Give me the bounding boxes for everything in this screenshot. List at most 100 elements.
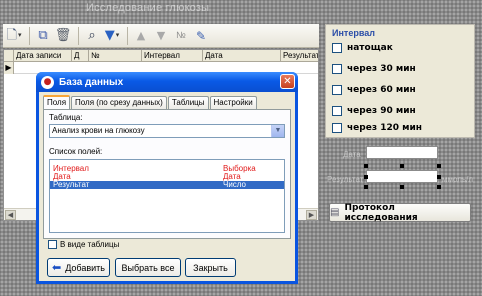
copy-button[interactable]: ⧉ (34, 26, 52, 46)
move-down-button[interactable]: ▼ (152, 26, 170, 46)
resize-handle[interactable] (364, 164, 368, 168)
column-header[interactable]: Результат (281, 50, 318, 62)
interval-option-90[interactable]: через 90 мин (332, 104, 416, 118)
printer-icon: ▤ (330, 207, 340, 218)
dialog-tabs: Поля Поля (по срезу данных) Таблицы Наст… (43, 95, 258, 109)
result-label: Результат (327, 175, 364, 184)
arrow-down-icon: ▼ (156, 29, 166, 42)
filter-button[interactable]: ▼ ▾ (103, 26, 121, 46)
list-item[interactable]: Интервал Выборка (50, 165, 284, 173)
tab-panel: Таблица: Анализ крови на глюкозу ▼ Списо… (43, 109, 291, 239)
trash-icon: 🗑 (54, 28, 72, 43)
resize-handle[interactable] (364, 185, 368, 189)
new-doc-icon: 🗋 (6, 28, 17, 43)
checkbox[interactable] (48, 240, 57, 249)
add-button-label: Добавить (65, 262, 105, 273)
toolbar-separator (127, 26, 128, 45)
checkbox[interactable] (332, 43, 342, 53)
app-icon: ● (41, 75, 54, 89)
select-all-button[interactable]: Выбрать все (115, 258, 181, 277)
resize-handle[interactable] (400, 185, 404, 189)
database-dialog: ● База данных ✕ Поля Поля (по срезу данн… (36, 72, 298, 284)
table-select[interactable]: Анализ крови на глюкозу ▼ (49, 124, 285, 138)
form-title: Исследование глюкозы (86, 2, 210, 14)
interval-option-120[interactable]: через 120 мин (332, 121, 422, 135)
date-label: Дата (343, 150, 361, 159)
checkbox[interactable] (332, 106, 342, 116)
resize-handle[interactable] (437, 185, 441, 189)
toolbar: 🗋 ▾ ⧉ 🗑 ⌕ ▼ ▾ ▲ ▼ № ✎ (3, 24, 319, 48)
field-name: Результат (53, 180, 90, 189)
chevron-down-icon[interactable]: ▼ (271, 125, 284, 137)
numbering-button[interactable]: № (172, 26, 190, 46)
column-header[interactable]: № (89, 50, 142, 62)
field-type: Число (223, 180, 247, 189)
scroll-right-icon[interactable]: ▶ (306, 210, 317, 220)
report-button[interactable]: ▤ Протокол исследования (329, 202, 471, 223)
column-header[interactable]: Интервал (142, 50, 203, 62)
as-table-checkbox[interactable]: В виде таблицы (48, 240, 119, 249)
chevron-down-icon[interactable]: ▾ (116, 32, 120, 39)
tab-settings[interactable]: Настройки (209, 96, 257, 109)
numbering-icon: № (176, 30, 186, 40)
column-header[interactable]: Д (72, 50, 89, 62)
toolbar-separator (29, 26, 30, 45)
chevron-down-icon[interactable]: ▾ (18, 32, 22, 39)
tab-fields-by-slice[interactable]: Поля (по срезу данных) (71, 96, 167, 109)
edit-icon: ✎ (195, 28, 207, 43)
close-button[interactable]: Закрыть (185, 258, 236, 277)
grid-corner (4, 50, 14, 62)
arrow-left-icon: ⬅ (52, 262, 62, 274)
column-header[interactable]: Дата (203, 50, 281, 62)
add-button[interactable]: ⬅ Добавить (47, 258, 110, 277)
option-label: через 90 мин (347, 106, 416, 116)
close-icon[interactable]: ✕ (280, 74, 295, 89)
arrow-up-icon: ▲ (136, 29, 146, 42)
interval-panel: Интервал натощак через 30 мин через 60 м… (325, 24, 475, 138)
resize-handle[interactable] (364, 175, 368, 179)
interval-option-fasting[interactable]: натощак (332, 41, 393, 55)
new-record-button[interactable]: 🗋 ▾ (5, 26, 23, 46)
edit-button[interactable]: ✎ (192, 26, 210, 46)
resize-handle[interactable] (437, 175, 441, 179)
close-button-label: Закрыть (193, 262, 228, 273)
grid-header: Дата записи Д № Интервал Дата Результат (4, 50, 318, 62)
option-label: натощак (347, 43, 393, 53)
scroll-left-icon[interactable]: ◀ (5, 210, 16, 220)
filter-icon: ▼ (104, 28, 115, 43)
dialog-title: База данных (59, 76, 124, 88)
fields-list-label: Список полей: (49, 147, 103, 156)
resize-handle[interactable] (400, 164, 404, 168)
fields-list[interactable]: Интервал Выборка Дата Дата Результат Чис… (49, 159, 285, 233)
tab-fields[interactable]: Поля (43, 95, 71, 109)
resize-handle[interactable] (437, 164, 441, 168)
date-field[interactable] (366, 146, 438, 159)
checkbox[interactable] (332, 85, 342, 95)
list-item-selected[interactable]: Результат Число (50, 181, 284, 189)
result-unit-label: ммоль/л (442, 175, 473, 184)
interval-option-60[interactable]: через 60 мин (332, 83, 416, 97)
checkbox[interactable] (332, 64, 342, 74)
copy-icon: ⧉ (38, 28, 48, 43)
checkbox[interactable] (332, 123, 342, 133)
toolbar-separator (78, 26, 79, 45)
table-select-value: Анализ крови на глюкозу (52, 126, 145, 135)
select-all-label: Выбрать все (121, 262, 175, 273)
row-indicator-icon: ▶ (4, 62, 14, 74)
result-field[interactable] (366, 170, 438, 183)
delete-button[interactable]: 🗑 (54, 26, 72, 46)
table-label: Таблица: (49, 113, 83, 122)
column-header[interactable]: Дата записи (14, 50, 72, 62)
option-label: через 30 мин (347, 64, 416, 74)
as-table-label: В виде таблицы (60, 240, 120, 249)
option-label: через 120 мин (347, 123, 422, 133)
binoculars-icon: ⌕ (88, 28, 96, 43)
dialog-titlebar[interactable]: ● База данных ✕ (36, 72, 298, 92)
report-button-label: Протокол исследования (344, 202, 418, 223)
tab-tables[interactable]: Таблицы (167, 96, 209, 109)
move-up-button[interactable]: ▲ (132, 26, 150, 46)
interval-title: Интервал (332, 28, 375, 38)
interval-option-30[interactable]: через 30 мин (332, 62, 416, 76)
option-label: через 60 мин (347, 85, 416, 95)
find-button[interactable]: ⌕ (83, 26, 101, 46)
